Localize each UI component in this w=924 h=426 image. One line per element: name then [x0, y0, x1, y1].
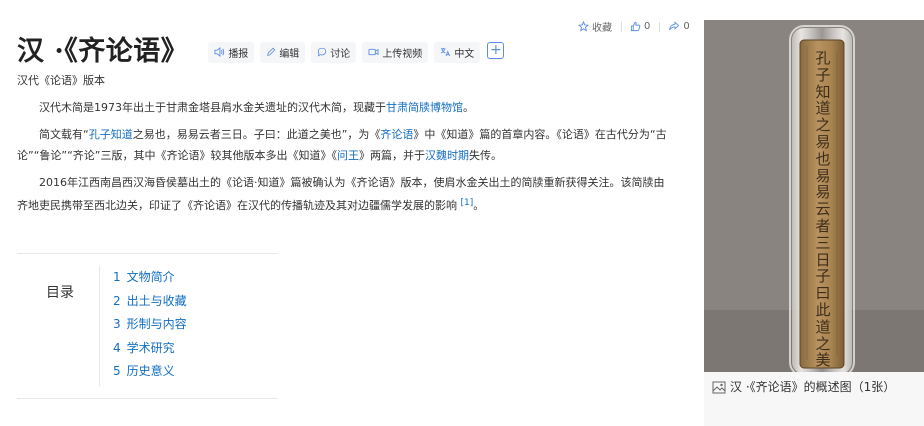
like-button[interactable]: 0 [630, 21, 650, 32]
edit-label: 编辑 [279, 48, 300, 60]
like-count: 0 [644, 21, 651, 32]
toc-item-number: 5 [113, 364, 121, 378]
play-label: 播报 [228, 48, 249, 60]
text-segment: 。 [463, 101, 474, 114]
article-summary: 汉代木简是1973年出土于甘肃金塔县肩水金关遗址的汉代木简，现藏于甘肃简牍博物馆… [17, 97, 673, 222]
edit-button[interactable]: 编辑 [260, 41, 306, 63]
language-button[interactable]: 中文 [434, 41, 481, 63]
upload-video-button[interactable]: 上传视频 [362, 41, 429, 63]
language-label: 中文 [454, 48, 475, 60]
han-wei-link[interactable]: 汉魏时期 [425, 149, 469, 162]
toc-item[interactable]: 4 学术研究 [113, 337, 187, 361]
album-caption[interactable]: 汉 ·《齐论语》的概述图（1张） [712, 377, 918, 397]
album-caption-text: 汉 ·《齐论语》的概述图（1张） [730, 380, 896, 394]
star-icon [578, 21, 589, 32]
favorite-button[interactable]: 收藏 [578, 19, 612, 34]
share-button[interactable]: 0 [668, 21, 690, 32]
summary-paragraph: 汉代木简是1973年出土于甘肃金塔县肩水金关遗址的汉代木简，现藏于甘肃简牍博物馆… [17, 97, 673, 118]
page-subtitle: 汉代《论语》版本 [17, 74, 105, 87]
bamboo-slip-photo[interactable]: 孔子知道之易也易易云者三日子曰此道之美 [704, 20, 924, 372]
wenwang-link[interactable]: 问王 [337, 149, 359, 162]
image-icon [712, 381, 726, 394]
thumbs-up-icon [630, 21, 641, 32]
text-segment: 失传。 [469, 149, 502, 162]
discuss-button[interactable]: 讨论 [311, 41, 357, 63]
page-title: 汉 ·《齐论语》 [17, 36, 189, 67]
play-button[interactable]: 播报 [208, 41, 255, 63]
summary-paragraph: 简文载有“孔子知道之易也，易易云者三日。子曰：此道之美也”，为《齐论语》中《知道… [17, 124, 673, 166]
add-button[interactable]: + [487, 41, 505, 59]
video-camera-icon [368, 48, 379, 56]
bamboo-slip-inscription: 孔子知道之易也易易云者三日子曰此道之美 [815, 49, 831, 370]
confucius-link[interactable]: 孔子知道 [89, 128, 133, 141]
table-of-contents: 目录 1 文物简介 2 出土与收藏 3 形制与内容 4 学术研究 5 历史意义 [17, 253, 277, 399]
text-segment: 》两篇，并于 [359, 149, 425, 162]
text-segment: 。 [473, 199, 485, 212]
summary-paragraph: 2016年江西南昌西汉海昏侯墓出土的《论语·知道》篇被确认为《齐论语》版本，使肩… [17, 172, 673, 216]
toc-item-label: 文物简介 [126, 270, 175, 284]
toc-list: 1 文物简介 2 出土与收藏 3 形制与内容 4 学术研究 5 历史意义 [113, 266, 187, 384]
title-toolbar: 播报 编辑 讨论 上传视频 中文 + [208, 41, 510, 63]
toc-item-number: 2 [113, 293, 121, 308]
divider [621, 21, 622, 32]
toc-item[interactable]: 3 形制与内容 [113, 313, 187, 337]
text-segment: 之易也，易易云者三日。子曰：此道之美也”，为《 [132, 128, 381, 141]
translate-icon [441, 47, 451, 57]
share-count: 0 [683, 21, 690, 32]
text-segment: 2016年江西南昌西汉海昏侯墓出土的《论语·知道》篇被确认为《齐论语》版本，使肩… [17, 176, 665, 212]
toc-item-label: 学术研究 [126, 340, 175, 355]
toc-item[interactable]: 5 历史意义 [113, 360, 187, 384]
toc-item-label: 形制与内容 [126, 317, 187, 331]
toc-item-number: 1 [113, 270, 121, 284]
museum-link[interactable]: 甘肃简牍博物馆 [386, 101, 463, 114]
upload-video-label: 上传视频 [382, 48, 423, 60]
text-segment: 简文载有“ [39, 128, 89, 141]
text-segment: 汉代木简是1973年出土于甘肃金塔县肩水金关遗址的汉代木简，现藏于 [39, 101, 386, 114]
toc-item[interactable]: 2 出土与收藏 [113, 290, 187, 314]
toc-item-number: 3 [113, 317, 121, 331]
discuss-label: 讨论 [330, 48, 351, 60]
reference-link[interactable]: [1] [461, 198, 474, 208]
title-row: 汉 ·《齐论语》 播报 编辑 讨论 上传视频 中文 + [17, 34, 510, 70]
toc-item[interactable]: 1 文物简介 [113, 266, 187, 290]
chat-bubble-icon [318, 47, 327, 57]
pencil-icon [267, 47, 276, 56]
divider [659, 21, 661, 32]
favorite-label: 收藏 [592, 23, 612, 34]
speaker-icon [214, 47, 225, 57]
summary-album[interactable]: 孔子知道之易也易易云者三日子曰此道之美 汉 ·《齐论语》的概述图（1张） [704, 20, 924, 426]
qi-lunyu-link[interactable]: 齐论语 [380, 128, 413, 141]
toc-item-number: 4 [113, 340, 121, 355]
article-actions: 收藏 0 0 [578, 19, 699, 34]
toc-item-label: 历史意义 [126, 364, 175, 378]
toc-item-label: 出土与收藏 [126, 293, 187, 308]
share-icon [669, 21, 680, 31]
toc-title: 目录 [46, 285, 74, 301]
divider [99, 266, 100, 386]
